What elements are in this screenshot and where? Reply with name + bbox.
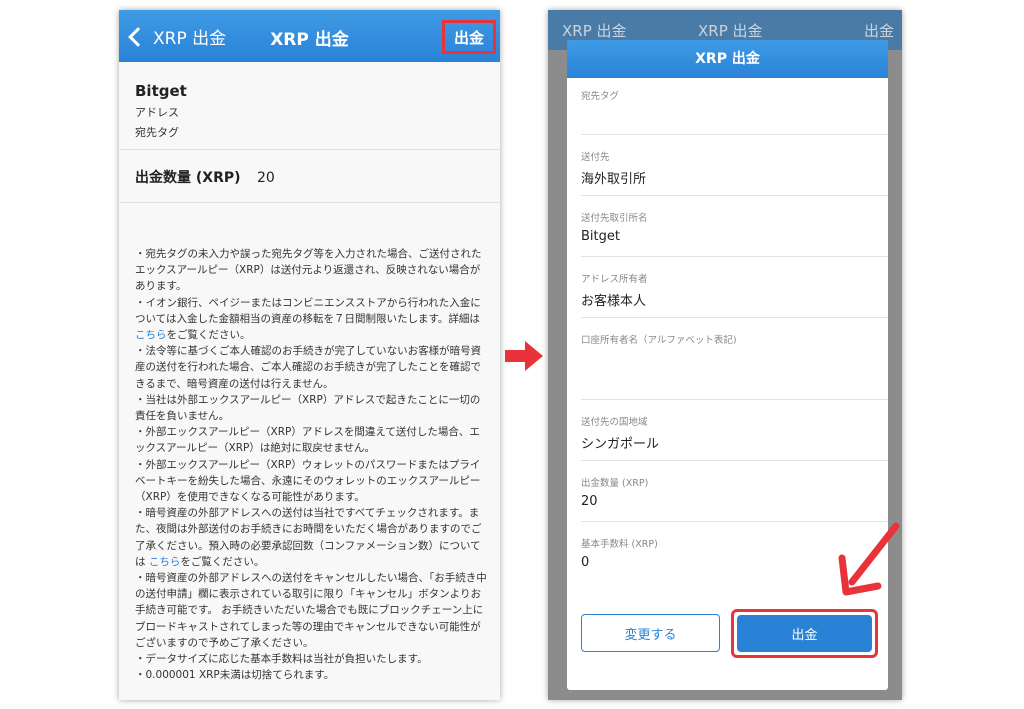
field-destination-tag: 宛先タグ xyxy=(581,78,888,135)
note-item: ・宛先タグの未入力や誤った宛先タグ等を入力された場合、ご送付されたエックスアール… xyxy=(135,248,482,293)
dialog-actions: 変更する 出金 xyxy=(567,608,888,690)
amount-value: 20 xyxy=(256,170,275,186)
exchange-name: Bitget xyxy=(135,82,187,100)
dialog-title: XRP 出金 xyxy=(567,40,888,78)
dimmed-back-label: XRP 出金 xyxy=(562,22,627,40)
withdraw-button[interactable]: 出金 xyxy=(442,20,496,54)
withdraw-form-screen: XRP 出金 XRP 出金 出金 Bitget アドレス 宛先タグ 出金数量 (… xyxy=(119,10,500,700)
dimmed-title: XRP 出金 xyxy=(698,22,763,40)
field-exchange-name: 送付先取引所名 Bitget xyxy=(581,196,888,257)
note-item: ・当社は外部エックスアールピー（XRP）アドレスで起きたことに一切の責任を負いま… xyxy=(135,393,481,423)
note-item: ・イオン銀行、ペイジーまたはコンビニエンスストアから行われた入金については入金し… xyxy=(135,296,481,342)
arrow-down-left-icon xyxy=(838,522,900,596)
amount-label: 出金数量 (XRP) xyxy=(135,170,241,186)
arrow-right-icon xyxy=(505,341,543,371)
destination-tag-label: 宛先タグ xyxy=(135,126,179,139)
note-item: ・データサイズに応じた基本手数料は当社が負担いたします。 xyxy=(135,653,428,666)
submit-withdraw-button[interactable]: 出金 xyxy=(737,615,872,652)
note-item: ・暗号資産の外部アドレスへの送付をキャンセルしたい場合、「お手続き中の送付申請」… xyxy=(135,572,487,649)
field-withdraw-amount: 出金数量 (XRP) 20 xyxy=(581,461,888,522)
destination-info: Bitget アドレス 宛先タグ xyxy=(119,62,500,150)
note-item: ・外部エックスアールピー（XRP）ウォレットのパスワードまたはプライベートキーを… xyxy=(135,458,481,504)
address-label: アドレス xyxy=(135,106,179,119)
field-destination: 送付先 海外取引所 xyxy=(581,135,888,196)
field-destination-country: 送付先の国地域 シンガポール xyxy=(581,400,888,461)
dimmed-action: 出金 xyxy=(864,22,895,40)
details-link[interactable]: こちら xyxy=(135,329,167,341)
note-item: ・暗号資産の外部アドレスへの送付は当社ですべてチェックされます。また、夜間は外部… xyxy=(135,507,482,568)
note-item: ・0.000001 XRP未満は切捨てられます。 xyxy=(135,669,335,682)
note-item: ・外部エックスアールピー（XRP）アドレスを間違えて送付した場合、エックスアール… xyxy=(135,426,480,455)
field-address-owner: アドレス所有者 お客様本人 xyxy=(581,257,888,318)
top-navbar: XRP 出金 XRP 出金 出金 xyxy=(119,10,500,62)
note-item: ・法令等に基づくご本人確認のお手続きが完了していないお客様が暗号資産の送付を行わ… xyxy=(135,345,482,390)
change-button[interactable]: 変更する xyxy=(581,614,720,652)
amount-row: 出金数量 (XRP) 20 xyxy=(119,151,500,203)
submit-highlight: 出金 xyxy=(731,609,878,658)
field-account-holder-name: 口座所有者名（アルファベット表記) xyxy=(581,318,888,400)
confirmations-link[interactable]: こちら xyxy=(149,556,181,568)
withdraw-notes: ・宛先タグの未入力や誤った宛先タグ等を入力された場合、ご送付されたエックスアール… xyxy=(135,246,487,683)
